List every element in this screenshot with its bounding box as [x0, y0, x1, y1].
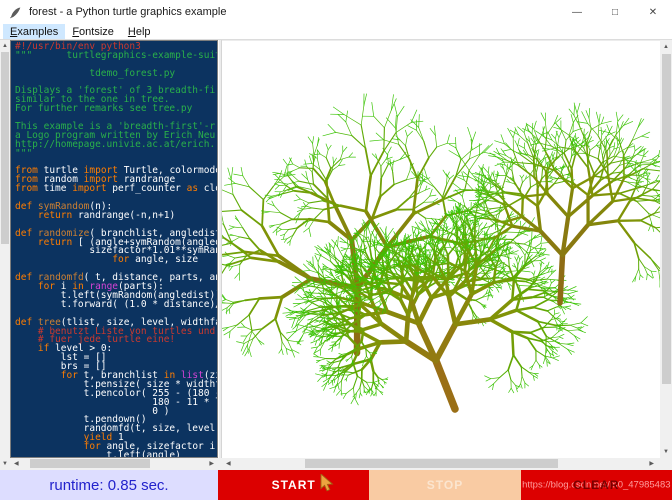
editor-vscroll-thumb[interactable] [1, 52, 9, 244]
runtime-status: runtime: 0.85 sec. [0, 470, 218, 500]
canvas-hscroll-thumb[interactable] [305, 459, 558, 468]
code-lines: #!/usr/bin/env python3""" turtlegraphics… [11, 41, 217, 458]
turtledemo-window: forest - a Python turtle graphics exampl… [0, 0, 672, 500]
scroll-left-icon[interactable]: ◀ [226, 461, 231, 467]
editor-hscroll-thumb[interactable] [30, 459, 150, 468]
editor-vertical-scrollbar[interactable]: ▲ ▼ [0, 40, 10, 470]
start-button[interactable]: START [218, 470, 369, 500]
bottom-bar: runtime: 0.85 sec. START STOP https://bl… [0, 470, 672, 500]
menu-help[interactable]: Help [121, 24, 158, 39]
scroll-up-icon[interactable]: ▲ [663, 44, 669, 50]
canvas-vscroll-thumb[interactable] [662, 54, 671, 384]
canvas-vertical-scrollbar[interactable]: ▲ ▼ [660, 40, 672, 458]
scroll-down-icon[interactable]: ▼ [2, 461, 8, 467]
editor-horizontal-scrollbar[interactable]: ◀ ▶ [10, 458, 218, 470]
maximize-button[interactable]: □ [596, 0, 634, 24]
window-title: forest - a Python turtle graphics exampl… [29, 6, 226, 18]
menu-bar: ExamplesFontsizeHelp [0, 24, 672, 40]
scroll-right-icon[interactable]: ▶ [649, 461, 654, 467]
scrollbar-corner [660, 458, 672, 470]
canvas-horizontal-scrollbar[interactable]: ◀ ▶ [222, 458, 660, 470]
menu-fontsize[interactable]: Fontsize [65, 24, 121, 39]
turtle-canvas [222, 40, 660, 458]
forest-drawing [222, 41, 660, 459]
scroll-down-icon[interactable]: ▼ [663, 449, 669, 455]
minimize-button[interactable]: — [558, 0, 596, 24]
scroll-right-icon[interactable]: ▶ [209, 461, 214, 467]
title-bar: forest - a Python turtle graphics exampl… [0, 0, 672, 24]
code-editor[interactable]: #!/usr/bin/env python3""" turtlegraphics… [10, 40, 218, 458]
clear-button[interactable]: https://blog.csdn.net/m0_47985483 CLEAR [521, 470, 672, 500]
scroll-up-icon[interactable]: ▲ [2, 43, 8, 49]
close-button[interactable]: ✕ [634, 0, 672, 24]
python-feather-icon [9, 6, 22, 19]
scroll-left-icon[interactable]: ◀ [14, 461, 19, 467]
mouse-cursor [320, 474, 336, 494]
main-area: ▲ ▼ #!/usr/bin/env python3""" turtlegrap… [0, 40, 672, 470]
window-controls: — □ ✕ [558, 0, 672, 24]
stop-button[interactable]: STOP [369, 470, 520, 500]
clear-button-label: CLEAR [573, 478, 619, 492]
menu-examples[interactable]: Examples [3, 24, 65, 39]
